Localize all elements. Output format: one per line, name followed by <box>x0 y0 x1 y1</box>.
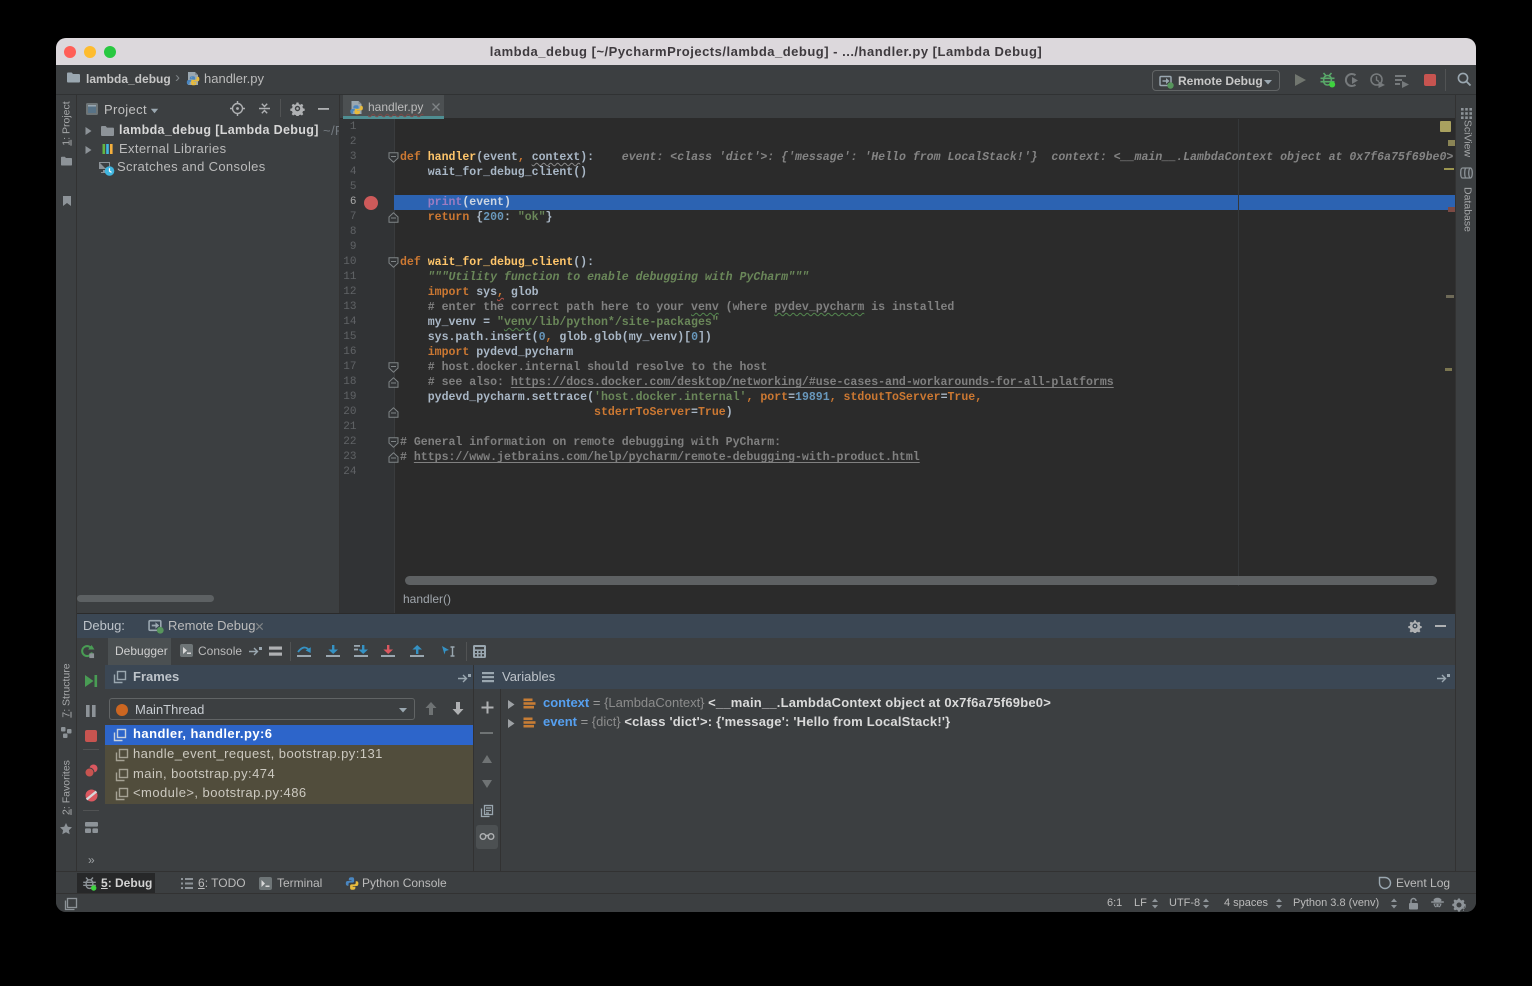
svg-text:?: ? <box>1462 904 1467 912</box>
